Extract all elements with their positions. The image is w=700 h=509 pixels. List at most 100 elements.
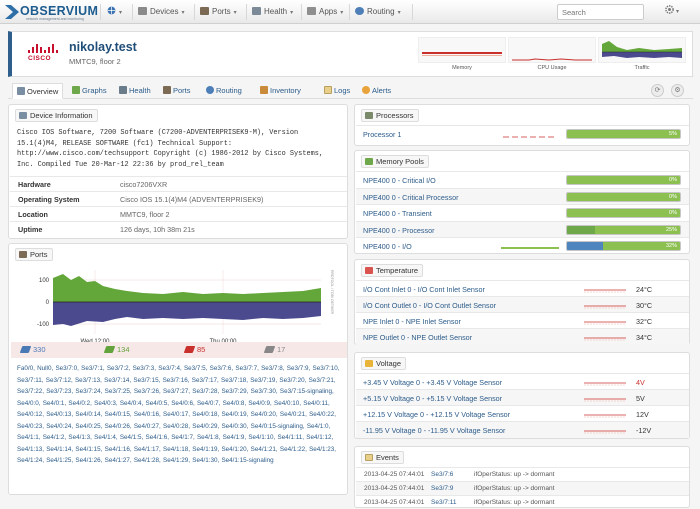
ports-up-icon <box>103 346 116 353</box>
tab-inventory[interactable]: Inventory <box>256 83 305 99</box>
processor-row[interactable]: Processor 1 5% <box>356 125 689 142</box>
temperature-sensor-name: I/O Cont Outlet 0 - I/O Cont Outlet Sens… <box>363 301 497 310</box>
count-value: 85 <box>197 345 206 354</box>
thermometer-icon <box>365 267 373 274</box>
nav-divider <box>194 4 195 20</box>
voltage-sensor-name: -11.95 V Voltage 0 - -11.95 V Voltage Se… <box>363 426 506 435</box>
menu-routing[interactable]: Routing ▾ <box>355 5 401 19</box>
port-list[interactable]: Fa0/0, Null0, Se3/7:0, Se3/7:1, Se3/7:2,… <box>17 363 342 467</box>
events-icon <box>365 454 373 461</box>
voltage-sensor-row[interactable]: -11.95 V Voltage 0 - -11.95 V Voltage Se… <box>356 421 689 438</box>
event-message: ifOperStatus: up -> dormant <box>474 485 555 492</box>
menu-devices[interactable]: Devices ▾ <box>138 5 184 19</box>
event-row[interactable]: 2013-04-25 07:44:01 Se3/7:9 ifOperStatus: … <box>356 481 689 495</box>
memory-pool-name: NPE400 0 - Transient <box>363 209 432 218</box>
tab-label: Alerts <box>372 86 392 95</box>
ports-total[interactable]: 330 <box>19 345 46 354</box>
menu-label: Routing <box>367 7 395 16</box>
chevron-down-icon: ▾ <box>397 10 401 16</box>
event-time: 2013-04-25 07:44:01 <box>364 499 425 506</box>
menu-ports[interactable]: Ports ▾ <box>200 5 237 19</box>
tab-alerts[interactable]: Alerts <box>358 83 395 99</box>
event-row[interactable]: 2013-04-25 07:44:01 Se3/7:11 ifOperStatus:… <box>356 495 689 509</box>
brand-name: OBSERVIUM <box>20 4 99 18</box>
voltage-value: 12V <box>636 410 649 419</box>
y-tick-label: 100 <box>39 278 50 284</box>
tab-ports[interactable]: Ports <box>159 83 195 99</box>
memory-minigraph[interactable] <box>418 37 506 63</box>
event-port-link[interactable]: Se3/7:6 <box>431 471 453 478</box>
ports-traffic-graph[interactable]: 100 0 -100 Wed 12:00 Thu 00:00 RRDTOOL /… <box>23 264 339 352</box>
device-settings-button[interactable]: ⚙ <box>671 84 684 97</box>
lightning-icon <box>365 360 373 367</box>
event-message: ifOperStatus: up -> dormant <box>474 499 555 506</box>
search-input[interactable] <box>557 4 644 20</box>
panel-title: Voltage <box>361 357 407 370</box>
info-row-os: Operating System Cisco IOS 15.1(4)M4 (AD… <box>10 191 347 206</box>
cpu-minigraph[interactable] <box>508 37 596 63</box>
event-row[interactable]: 2013-04-25 07:44:01 Se3/7:6 ifOperStatus: … <box>356 467 689 481</box>
event-port-link[interactable]: Se3/7:9 <box>431 485 453 492</box>
chevron-down-icon: ▾ <box>676 9 680 15</box>
info-row-hardware: Hardware cisco7206VXR <box>10 176 347 191</box>
voltage-sensor-row[interactable]: +12.15 V Voltage 0 - +12.15 V Voltage Se… <box>356 405 689 422</box>
refresh-button[interactable]: ⟳ <box>651 84 664 97</box>
memory-usage-percent: 0% <box>669 210 677 216</box>
ports-down[interactable]: 85 <box>183 345 206 354</box>
temperature-sensor-row[interactable]: NPE Inlet 0 - NPE Inlet Sensor 32°C <box>356 312 689 329</box>
info-row-uptime: Uptime 126 days, 10h 38m 21s <box>10 221 347 236</box>
observium-mark-icon <box>5 5 19 19</box>
info-key: Location <box>18 210 48 219</box>
voltage-sparkline <box>584 414 626 418</box>
nav-divider <box>100 4 101 20</box>
tab-routing[interactable]: Routing <box>202 83 246 99</box>
memory-usage-fill <box>567 242 604 250</box>
voltage-sensor-row[interactable]: +5.15 V Voltage 0 - +5.15 V Voltage Sens… <box>356 389 689 406</box>
event-time: 2013-04-25 07:44:01 <box>364 471 425 478</box>
device-hostname[interactable]: nikolay.test <box>69 40 137 54</box>
ports-up[interactable]: 134 <box>103 345 130 354</box>
temperature-sparkline <box>584 289 626 293</box>
chevron-down-icon: ▾ <box>233 10 237 16</box>
health-icon <box>119 86 127 94</box>
count-value: 134 <box>117 345 130 354</box>
panel-title-text: Device Information <box>30 111 93 120</box>
memory-pool-row[interactable]: NPE400 0 - Critical Processor 0% <box>356 187 689 205</box>
temperature-sparkline <box>584 305 626 309</box>
memory-pool-row[interactable]: NPE400 0 - Transient 0% <box>356 204 689 221</box>
temperature-sensor-row[interactable]: I/O Cont Inlet 0 - I/O Cont Inlet Sensor… <box>356 280 689 297</box>
menu-apps[interactable]: Apps ▾ <box>307 5 343 19</box>
routing-icon <box>355 7 364 15</box>
event-message: ifOperStatus: up -> dormant <box>474 471 555 478</box>
tab-logs[interactable]: Logs <box>320 83 354 99</box>
processor-icon <box>365 112 373 119</box>
menu-health[interactable]: Health ▾ <box>252 5 293 19</box>
voltage-sensor-row[interactable]: +3.45 V Voltage 0 - +3.45 V Voltage Sens… <box>356 373 689 390</box>
globe-menu[interactable]: ▾ <box>107 5 122 19</box>
memory-pool-name: NPE400 0 - Critical I/O <box>363 176 436 185</box>
info-key: Uptime <box>18 225 43 234</box>
tab-label: Graphs <box>82 86 107 95</box>
nav-divider <box>132 4 133 20</box>
traffic-minigraph[interactable] <box>598 37 686 63</box>
memory-pool-row[interactable]: NPE400 0 - Processor 25% <box>356 220 689 238</box>
top-navbar: OBSERVIUM network management and monitor… <box>0 0 700 24</box>
temperature-sensor-row[interactable]: NPE Outlet 0 - NPE Outlet Sensor 34°C <box>356 328 689 345</box>
tab-health[interactable]: Health <box>115 83 155 99</box>
settings-menu[interactable]: ▾ <box>665 5 679 15</box>
nav-divider <box>412 4 413 20</box>
device-header: CISCO nikolay.test MMTC9, floor 2 Memory… <box>8 31 693 77</box>
tab-graphs[interactable]: Graphs <box>68 83 111 99</box>
tab-overview[interactable]: Overview <box>12 83 64 99</box>
brand-tagline: network management and monitoring <box>26 17 84 21</box>
processor-name: Processor 1 <box>363 130 402 139</box>
observium-logo[interactable]: OBSERVIUM network management and monitor… <box>5 2 99 22</box>
routing-icon <box>206 86 214 94</box>
event-port-link[interactable]: Se3/7:11 <box>431 499 457 506</box>
chevron-down-icon: ▾ <box>119 10 123 16</box>
memory-pool-row[interactable]: NPE400 0 - I/O 32% <box>356 237 689 254</box>
processor-usage-fill <box>567 130 680 138</box>
ports-disabled[interactable]: 17 <box>263 345 285 354</box>
temperature-sensor-row[interactable]: I/O Cont Outlet 0 - I/O Cont Outlet Sens… <box>356 296 689 313</box>
memory-pool-row[interactable]: NPE400 0 - Critical I/O 0% <box>356 171 689 188</box>
